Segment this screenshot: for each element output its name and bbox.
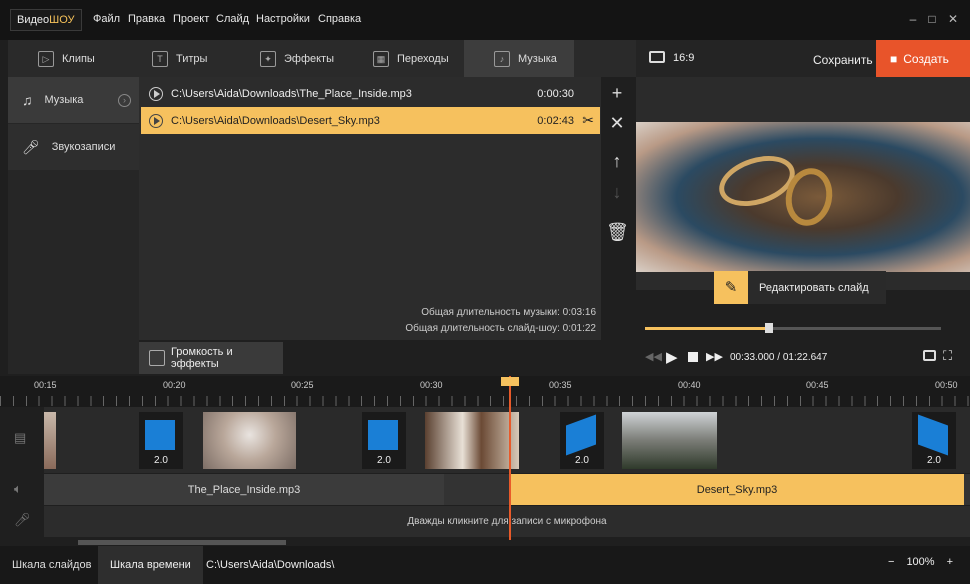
audio-clip[interactable]: Desert_Sky.mp3 bbox=[510, 474, 964, 505]
menu-project[interactable]: Проект bbox=[173, 13, 209, 25]
trash-icon[interactable]: 🗑︎ bbox=[606, 221, 629, 243]
play-icon[interactable] bbox=[149, 113, 163, 128]
video-icon: ■ bbox=[890, 51, 898, 66]
tick-label: 00:50 bbox=[935, 380, 958, 390]
slide-clip[interactable] bbox=[622, 412, 717, 469]
remove-icon[interactable]: ✕ bbox=[606, 112, 628, 134]
music-icon: ♫ bbox=[22, 92, 33, 108]
aspect-ratio[interactable]: 16:9 bbox=[673, 52, 694, 64]
maximize-icon[interactable]: □ bbox=[925, 12, 939, 26]
transition-clip[interactable]: 2.0 bbox=[362, 412, 406, 469]
move-down-icon[interactable]: ↓ bbox=[606, 181, 628, 203]
scissors-icon[interactable]: ✂ bbox=[582, 112, 594, 129]
fullscreen-icon[interactable]: ⛶ bbox=[943, 348, 952, 364]
tick-label: 00:20 bbox=[163, 380, 186, 390]
music-settings-icon bbox=[149, 350, 165, 366]
preview-image bbox=[636, 122, 970, 272]
microphone-icon: 🎤︎ bbox=[14, 512, 31, 527]
ruler-ticks bbox=[0, 396, 970, 406]
create-button[interactable]: ■ Создать bbox=[876, 40, 970, 77]
close-icon[interactable]: ✕ bbox=[946, 12, 960, 26]
transition-clip[interactable]: 2.0 bbox=[139, 412, 183, 469]
play-icon[interactable]: ▶ bbox=[666, 348, 678, 366]
seek-progress bbox=[645, 327, 769, 330]
tick-label: 00:40 bbox=[678, 380, 701, 390]
save-button[interactable]: Сохранить bbox=[813, 53, 873, 67]
next-icon[interactable]: ▶▶ bbox=[706, 350, 723, 363]
add-icon[interactable]: + bbox=[606, 82, 628, 104]
menu-help[interactable]: Справка bbox=[318, 13, 361, 25]
tick-label: 00:30 bbox=[420, 380, 443, 390]
tab-clips[interactable]: ▷ Клипы bbox=[8, 40, 112, 77]
speaker-icon: 🔈︎ bbox=[14, 481, 22, 496]
slides-view-button[interactable]: Шкала слайдов bbox=[0, 546, 103, 584]
tab-transitions[interactable]: ▦ Переходы bbox=[343, 40, 458, 77]
edit-slide-button[interactable]: ✎ Редактировать слайд bbox=[714, 271, 886, 304]
tick-label: 00:45 bbox=[806, 380, 829, 390]
slide-clip[interactable] bbox=[44, 412, 56, 469]
project-path: C:\Users\Aida\Downloads\ bbox=[206, 559, 335, 571]
sidebar-item-recordings[interactable]: 🎤︎ Звукозаписи bbox=[8, 124, 139, 170]
clips-icon: ▷ bbox=[38, 50, 54, 67]
tab-titles[interactable]: T Титры bbox=[122, 40, 228, 77]
list-item[interactable]: C:\Users\Aida\Downloads\The_Place_Inside… bbox=[141, 80, 600, 107]
stop-icon[interactable] bbox=[688, 352, 698, 362]
tick-label: 00:25 bbox=[291, 380, 314, 390]
effects-icon: ✦ bbox=[260, 50, 276, 67]
previous-icon[interactable]: ◀◀ bbox=[645, 350, 662, 363]
timeline-view-button[interactable]: Шкала времени bbox=[98, 546, 203, 584]
monitor-icon[interactable] bbox=[649, 51, 665, 63]
playhead[interactable] bbox=[509, 376, 511, 540]
tick-label: 00:35 bbox=[549, 380, 572, 390]
chevron-right-icon: › bbox=[118, 93, 131, 107]
zoom-control: −100% + bbox=[888, 556, 954, 568]
microphone-icon: 🎤︎ bbox=[22, 138, 40, 155]
tab-effects[interactable]: ✦ Эффекты bbox=[230, 40, 342, 77]
transitions-icon: ▦ bbox=[373, 50, 389, 67]
menu-slide[interactable]: Слайд bbox=[216, 13, 249, 25]
time-display: 00:33.000 / 01:22.647 bbox=[730, 352, 828, 363]
titles-icon: T bbox=[152, 50, 168, 67]
minimize-icon[interactable]: – bbox=[906, 12, 920, 26]
pencil-icon: ✎ bbox=[714, 271, 748, 304]
tick-label: 00:15 bbox=[34, 380, 57, 390]
play-icon[interactable] bbox=[149, 86, 163, 101]
playhead-handle[interactable] bbox=[501, 377, 519, 386]
zoom-out-icon[interactable]: − bbox=[888, 556, 894, 568]
slide-clip[interactable] bbox=[203, 412, 296, 469]
music-icon: ♪ bbox=[494, 50, 510, 67]
video-track-icon: ▤ bbox=[14, 430, 27, 445]
duration-stats: Общая длительность музыки: 0:03:16 Общая … bbox=[405, 307, 596, 334]
menu-settings[interactable]: Настройки bbox=[256, 13, 310, 25]
list-item[interactable]: C:\Users\Aida\Downloads\Desert_Sky.mp3 0:… bbox=[141, 107, 600, 134]
volume-effects-button[interactable]: Громкость и эффекты bbox=[139, 342, 283, 374]
menu-file[interactable]: Файл bbox=[93, 13, 120, 25]
transition-clip[interactable]: 2.0 bbox=[912, 412, 956, 469]
preview-letterbox bbox=[636, 77, 970, 122]
tab-music[interactable]: ♪ Музыка bbox=[464, 40, 574, 77]
seek-handle[interactable] bbox=[765, 323, 773, 333]
microphone-track[interactable]: Дважды кликните для записи с микрофона bbox=[44, 506, 970, 537]
move-up-icon[interactable]: ↑ bbox=[606, 150, 628, 172]
slide-clip[interactable] bbox=[425, 412, 519, 469]
sidebar-item-music[interactable]: ♫ Музыка › bbox=[8, 77, 139, 123]
zoom-in-icon[interactable]: + bbox=[947, 556, 953, 568]
menu-edit[interactable]: Правка bbox=[128, 13, 165, 25]
transition-clip[interactable]: 2.0 bbox=[560, 412, 604, 469]
horizontal-scrollbar[interactable] bbox=[78, 540, 286, 545]
audio-clip[interactable]: The_Place_Inside.mp3 bbox=[44, 474, 444, 505]
snapshot-icon[interactable] bbox=[923, 350, 936, 361]
app-logo: ВидеоШОУ bbox=[10, 9, 82, 31]
